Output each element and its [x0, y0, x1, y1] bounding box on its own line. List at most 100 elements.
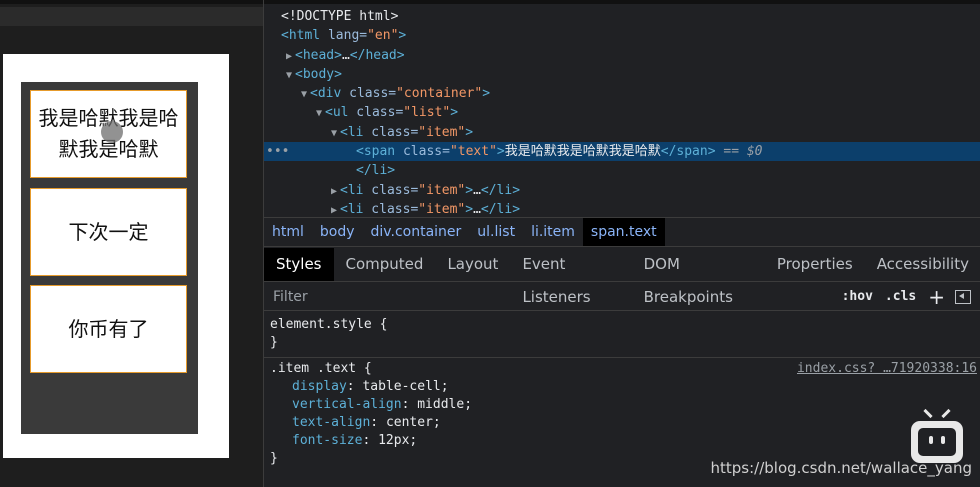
- tab-computed[interactable]: Computed: [334, 248, 436, 281]
- attr: class=: [341, 86, 397, 101]
- css-property[interactable]: font-size: 12px;: [292, 432, 417, 450]
- rule-close: }: [270, 451, 278, 466]
- list-item[interactable]: 你币有了: [30, 285, 187, 373]
- tab-accessibility[interactable]: Accessibility: [865, 248, 980, 281]
- element-style-selector[interactable]: element.style {: [270, 316, 387, 334]
- property-value[interactable]: center;: [386, 415, 441, 430]
- attr: class=: [395, 144, 450, 159]
- tag: </li>: [480, 202, 521, 216]
- ellipsis: …: [341, 48, 350, 63]
- property-name[interactable]: vertical-align: [292, 397, 402, 412]
- tag: <li: [340, 125, 364, 140]
- tag: <ul: [325, 105, 349, 120]
- property-name[interactable]: text-align: [292, 415, 370, 430]
- attr: class=: [363, 183, 419, 198]
- property-name[interactable]: display: [292, 379, 347, 394]
- tag: <body>: [295, 67, 342, 82]
- dom-line-doctype[interactable]: <!DOCTYPE html>: [264, 7, 980, 26]
- more-dots-icon[interactable]: •••: [266, 142, 289, 161]
- tag: <span: [356, 144, 396, 159]
- attr-value: "item": [418, 125, 466, 140]
- preview-toolbar-strip: [0, 7, 263, 26]
- dom-line-li[interactable]: ▼ <li class="item">: [264, 123, 980, 142]
- ellipsis: …: [473, 183, 481, 198]
- rule-source-link[interactable]: index.css? …71920338:16: [797, 360, 977, 378]
- preview-topbar: [0, 0, 263, 4]
- attr-value: "list": [403, 105, 451, 120]
- rule-divider: [264, 357, 980, 358]
- elements-tree: <!DOCTYPE html> <html lang="en"> ▶ <head>…: [264, 6, 980, 216]
- dom-line-div[interactable]: ▼ <div class="container">: [264, 84, 980, 103]
- dom-line-ul[interactable]: ▼ <ul class="list">: [264, 103, 980, 122]
- tab-styles[interactable]: Styles: [264, 248, 334, 281]
- bilibili-tv-icon: [911, 421, 963, 463]
- filter-input[interactable]: Filter: [264, 289, 836, 305]
- breadcrumb-html[interactable]: html: [264, 218, 312, 246]
- tag: >: [465, 125, 474, 140]
- dom-line-li-close[interactable]: </li>: [264, 161, 980, 180]
- property-name[interactable]: font-size: [292, 433, 362, 448]
- attr-value: "en": [367, 28, 399, 43]
- tag: <head>: [295, 48, 342, 63]
- tab-dom-breakpoints[interactable]: DOM Breakpoints: [632, 248, 765, 306]
- tag: </li>: [356, 163, 396, 178]
- tag: <li: [340, 202, 364, 216]
- tag: </span>: [660, 144, 716, 159]
- tab-properties[interactable]: Properties: [765, 248, 865, 281]
- attr-value: "text": [449, 144, 497, 159]
- tag: >: [496, 144, 505, 159]
- tag: >: [482, 86, 491, 101]
- property-value[interactable]: 12px;: [378, 433, 417, 448]
- toggle-sidebar-icon[interactable]: [955, 289, 971, 304]
- page-preview: 我是哈默我是哈默我是哈默 下次一定 你币有了: [0, 0, 263, 487]
- new-style-rule-button[interactable]: +: [922, 285, 955, 309]
- hov-toggle[interactable]: :hov: [836, 289, 879, 304]
- watermark: https://blog.csdn.net/wallace_yang: [710, 459, 972, 477]
- element-style-close: }: [270, 335, 278, 350]
- mouse-cursor-icon: [101, 121, 123, 143]
- breadcrumb: html body div.container ul.list li.item …: [264, 217, 980, 247]
- attr: class=: [363, 125, 419, 140]
- property-value[interactable]: table-cell;: [362, 379, 448, 394]
- css-property[interactable]: display: table-cell;: [292, 378, 449, 396]
- item-text: 下次一定: [68, 219, 149, 244]
- rule-selector[interactable]: .item .text {: [270, 360, 372, 378]
- expand-triangle-icon[interactable]: ▶: [328, 182, 340, 201]
- doctype-text: <!DOCTYPE html>: [281, 9, 399, 24]
- tag: <div: [310, 86, 342, 101]
- tab-layout[interactable]: Layout: [435, 248, 510, 281]
- dom-line-li-3[interactable]: ▶ <li class="item">…</li>: [264, 200, 980, 216]
- tab-event-listeners[interactable]: Event Listeners: [510, 248, 631, 306]
- tag: >: [465, 202, 474, 216]
- breadcrumb-div-container[interactable]: div.container: [363, 218, 470, 246]
- expand-triangle-icon[interactable]: ▶: [328, 201, 340, 216]
- css-property[interactable]: text-align: center;: [292, 414, 441, 432]
- breadcrumb-ul-list[interactable]: ul.list: [469, 218, 523, 246]
- dom-line-span-selected[interactable]: ••• <span class="text">我是哈默我是哈默我是哈默</span…: [264, 142, 980, 161]
- breadcrumb-body[interactable]: body: [312, 218, 363, 246]
- tag: >: [450, 105, 459, 120]
- dom-line-body[interactable]: ▼ <body>: [264, 65, 980, 84]
- collapse-triangle-icon[interactable]: ▼: [313, 104, 325, 123]
- dom-line-html[interactable]: <html lang="en">: [264, 26, 980, 45]
- css-property[interactable]: vertical-align: middle;: [292, 396, 472, 414]
- list-item[interactable]: 下次一定: [30, 188, 187, 276]
- selected-marker: == $0: [715, 144, 763, 159]
- attr-value: "item": [418, 202, 466, 216]
- devtools-panel: <!DOCTYPE html> <html lang="en"> ▶ <head>…: [263, 0, 980, 487]
- dom-line-head[interactable]: ▶ <head>…</head>: [264, 46, 980, 65]
- collapse-triangle-icon[interactable]: ▼: [328, 124, 340, 143]
- collapse-triangle-icon[interactable]: ▼: [298, 85, 310, 104]
- expand-triangle-icon[interactable]: ▶: [283, 47, 295, 66]
- tag: <html: [281, 28, 321, 43]
- breadcrumb-span-text[interactable]: span.text: [582, 218, 665, 246]
- attr: lang=: [320, 28, 368, 43]
- dom-line-li-2[interactable]: ▶ <li class="item">…</li>: [264, 181, 980, 200]
- tag: </li>: [480, 183, 521, 198]
- breadcrumb-li-item[interactable]: li.item: [523, 218, 583, 246]
- collapse-triangle-icon[interactable]: ▼: [283, 66, 295, 85]
- item-text: 你币有了: [68, 316, 149, 341]
- cls-toggle[interactable]: .cls: [879, 289, 922, 304]
- property-value[interactable]: middle;: [417, 397, 472, 412]
- tag: <li: [340, 183, 364, 198]
